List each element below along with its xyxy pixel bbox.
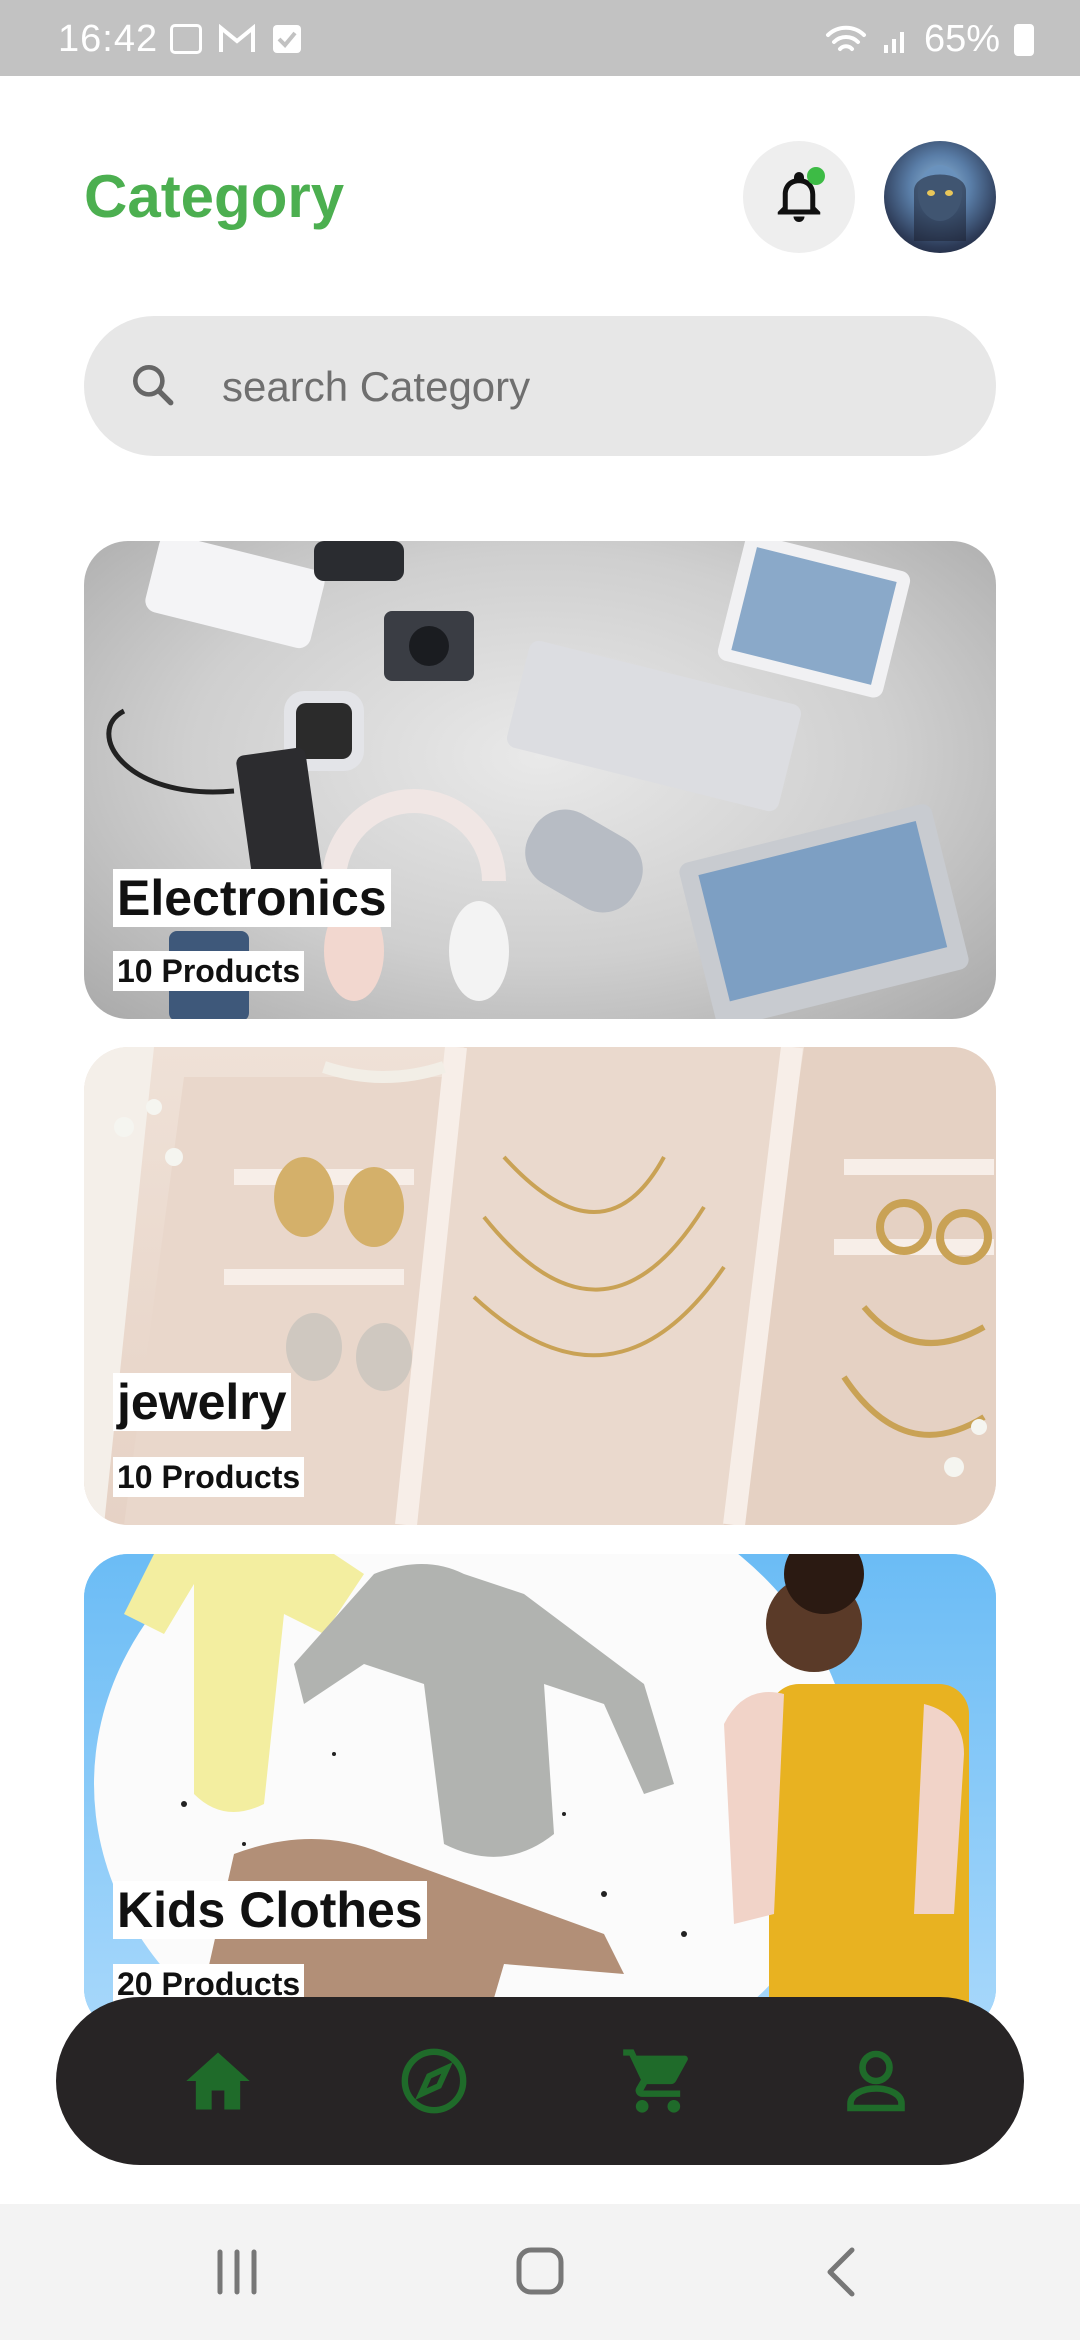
nav-profile[interactable] (834, 2039, 918, 2123)
battery-icon (1014, 23, 1034, 56)
notifications-button[interactable] (743, 141, 855, 253)
avatar[interactable] (884, 141, 996, 253)
search-input[interactable] (220, 356, 924, 418)
electronics-image (106, 541, 969, 1019)
category-count: 10 Products (113, 1457, 305, 1497)
gmail-icon (219, 24, 255, 52)
nav-cart[interactable] (616, 2039, 700, 2123)
nav-home[interactable] (176, 2039, 260, 2123)
category-card-kids-clothes[interactable]: Kids Clothes 20 Products (84, 1554, 996, 2032)
wifi-icon (825, 25, 866, 51)
notification-dot (807, 167, 825, 185)
checkbox-icon (273, 25, 301, 53)
recent-apps-button[interactable] (202, 2244, 272, 2300)
back-icon (827, 2247, 855, 2297)
back-button[interactable] (808, 2244, 878, 2300)
profile-icon (847, 2050, 905, 2112)
category-title: Kids Clothes (113, 1881, 427, 1939)
nav-explore[interactable] (392, 2039, 476, 2123)
search-bar[interactable] (84, 316, 996, 456)
category-card-electronics[interactable]: Electronics 10 Products (84, 541, 996, 1019)
home-icon (186, 2052, 250, 2110)
compass-icon (401, 2048, 467, 2114)
status-time: 16:42 (58, 18, 159, 60)
avatar-image (914, 165, 966, 241)
cart-icon (623, 2049, 688, 2113)
battery-percent: 65% (923, 18, 1000, 60)
recent-apps-icon (217, 2249, 257, 2295)
bottom-nav (56, 1997, 1024, 2165)
page-title: Category (84, 163, 345, 230)
home-button[interactable] (505, 2244, 575, 2300)
home-circle-icon (516, 2247, 564, 2295)
category-title: Electronics (113, 869, 391, 927)
category-count: 10 Products (113, 951, 305, 991)
status-bar: 16:42 65% (0, 0, 1080, 76)
system-nav-bar (0, 2204, 1080, 2340)
search-icon (133, 365, 174, 406)
kids-clothes-image (84, 1554, 996, 2032)
category-title: jewelry (113, 1373, 291, 1431)
image-icon (170, 24, 202, 54)
signal-icon (883, 31, 904, 53)
jewelry-image (84, 1047, 996, 1525)
category-card-jewelry[interactable]: jewelry 10 Products (84, 1047, 996, 1525)
